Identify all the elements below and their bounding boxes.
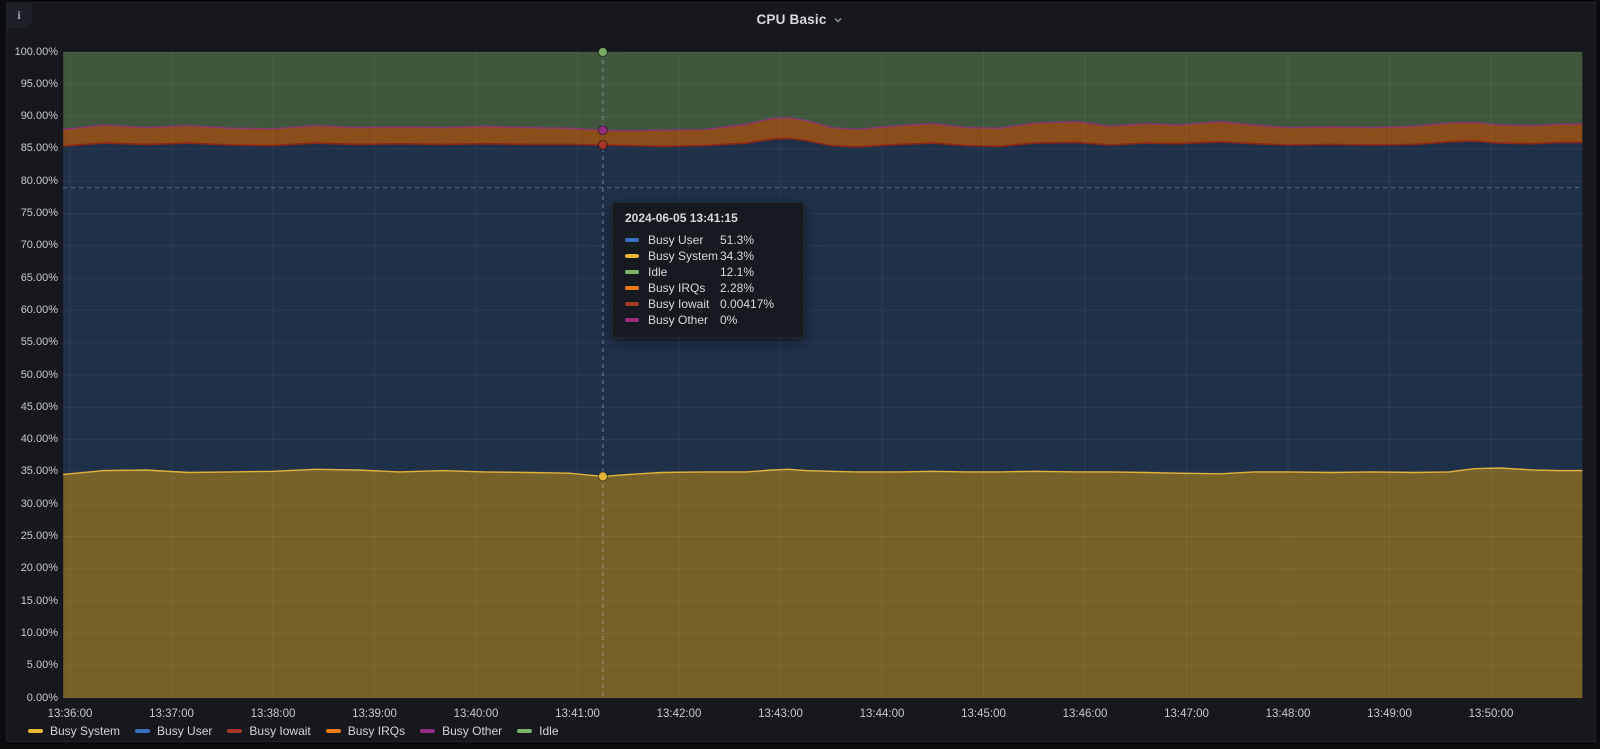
area-idle	[63, 52, 1583, 131]
tooltip-series-label: Busy System	[648, 249, 719, 263]
legend-label: Idle	[539, 724, 559, 738]
tooltip-series-label: Busy IRQs	[648, 281, 706, 295]
tooltip-series-value: 2.28%	[720, 281, 755, 295]
legend-label: Busy System	[50, 724, 121, 738]
tooltip-series-label: Busy Other	[648, 313, 709, 327]
tooltip-swatch	[625, 238, 639, 242]
legend-swatch	[28, 729, 43, 733]
legend-swatch	[227, 729, 243, 733]
y-axis-label: 95.00%	[20, 77, 58, 90]
tooltip-row-busy-iowait: Busy Iowait 0.00417%	[625, 296, 791, 312]
legend-item-busy-irqs[interactable]: Busy IRQs	[325, 724, 406, 738]
legend-swatch	[517, 729, 533, 733]
y-axis-label: 85.00%	[20, 142, 58, 155]
x-axis-label: 13:49:00	[1367, 708, 1412, 720]
x-axis-label: 13:38:00	[250, 708, 296, 720]
y-axis-label: 10.00%	[20, 626, 58, 639]
y-axis-label: 75.00%	[20, 207, 58, 219]
chart-grid	[63, 51, 1583, 699]
tooltip-series-value: 51.3%	[720, 233, 755, 247]
tooltip-row-idle: Idle 12.1%	[625, 264, 791, 280]
legend-label: Busy Other	[442, 724, 503, 738]
x-axis-label: 13:40:00	[453, 708, 499, 720]
y-axis-label: 0.00%	[26, 691, 58, 704]
tooltip-series-label: Busy Iowait	[648, 297, 710, 311]
chevron-down-icon	[834, 17, 842, 22]
panel-info-corner[interactable]: i	[6, 2, 32, 28]
y-axis-label: 5.00%	[26, 659, 58, 672]
x-axis-label: 13:41:00	[555, 708, 600, 720]
y-axis-label: 25.00%	[20, 530, 58, 542]
crosshair-dot-busy-other	[597, 125, 608, 136]
y-axis-label: 35.00%	[20, 465, 58, 478]
tooltip-swatch	[625, 254, 639, 258]
legend-label: Busy Iowait	[249, 724, 311, 738]
y-axis-label: 50.00%	[20, 368, 58, 381]
legend-item-busy-iowait[interactable]: Busy Iowait	[227, 724, 311, 738]
tooltip-swatch	[625, 318, 639, 322]
chart-tooltip: 2024-06-05 13:41:15 Busy User 51.3% Busy S…	[612, 202, 804, 338]
y-axis-label: 45.00%	[20, 400, 58, 413]
info-icon: i	[17, 7, 21, 22]
x-axis-label: 13:46:00	[1062, 708, 1108, 720]
legend-item-idle[interactable]: Idle	[517, 724, 559, 738]
x-axis-label: 13:45:00	[961, 708, 1006, 720]
tooltip-rows: Busy User 51.3% Busy System 34.3% Idle 12.1% B…	[625, 232, 791, 328]
legend-item-busy-user[interactable]: Busy User	[135, 724, 212, 738]
tooltip-row-busy-other: Busy Other 0%	[625, 312, 791, 328]
crosshair-dot-busy-system	[597, 471, 608, 482]
x-axis-label: 13:36:00	[47, 708, 93, 720]
cpu-usage-chart[interactable]	[0, 0, 1600, 749]
x-axis-label: 13:37:00	[149, 708, 194, 720]
tooltip-row-busy-system: Busy System 34.3%	[625, 248, 791, 264]
legend-label: Busy User	[157, 724, 213, 738]
y-axis-label: 100.00%	[14, 45, 58, 58]
panel-title-menu[interactable]: CPU Basic	[0, 12, 1600, 27]
x-axis-label: 13:42:00	[656, 708, 702, 720]
y-axis-label: 55.00%	[20, 336, 58, 349]
legend-item-busy-other[interactable]: Busy Other	[420, 724, 502, 738]
x-axis-label: 13:39:00	[352, 708, 397, 720]
tooltip-series-value: 12.1%	[720, 265, 755, 279]
y-axis-label: 40.00%	[20, 433, 58, 446]
y-axis-label: 15.00%	[20, 594, 58, 607]
y-axis-label: 20.00%	[20, 562, 58, 575]
y-axis-label: 70.00%	[20, 239, 58, 252]
crosshair-dot-idle	[597, 46, 608, 58]
tooltip-series-value: 34.3%	[720, 249, 755, 263]
area-busy-system	[63, 468, 1583, 698]
x-axis-label: 13:44:00	[859, 708, 905, 720]
legend-swatch	[420, 729, 436, 733]
area-busy-user	[63, 138, 1583, 477]
y-axis-label: 60.00%	[20, 303, 58, 316]
tooltip-series-value: 0%	[720, 313, 738, 327]
tooltip-row-busy-irqs: Busy IRQs 2.28%	[625, 280, 791, 296]
chart-legend: Busy System Busy User Busy Iowait Busy IRQs…	[28, 724, 559, 738]
x-axis-label: 13:50:00	[1468, 708, 1514, 720]
y-axis-label: 30.00%	[20, 497, 58, 510]
tooltip-series-label: Busy User	[648, 233, 704, 247]
tooltip-timestamp: 2024-06-05 13:41:15	[625, 211, 738, 225]
tooltip-row-busy-user: Busy User 51.3%	[625, 232, 791, 248]
tooltip-series-label: Idle	[648, 265, 668, 279]
y-axis-label: 80.00%	[20, 174, 58, 187]
legend-item-busy-system[interactable]: Busy System	[28, 724, 120, 738]
legend-swatch	[325, 729, 341, 733]
x-axis-label: 13:47:00	[1164, 708, 1209, 720]
tooltip-swatch	[625, 270, 639, 274]
tooltip-series-value: 0.00417%	[720, 297, 775, 311]
legend-swatch	[135, 729, 151, 733]
tooltip-swatch	[625, 286, 639, 290]
y-axis-label: 65.00%	[20, 271, 58, 284]
x-axis-label: 13:43:00	[758, 708, 803, 720]
y-axis-label: 90.00%	[20, 110, 58, 123]
legend-label: Busy IRQs	[347, 724, 406, 738]
tooltip-swatch	[625, 302, 639, 306]
grafana-panel: i CPU Basic 100.00% 95.00% 90.00% 85.00% 80.…	[0, 0, 1600, 749]
panel-title: CPU Basic	[756, 12, 827, 27]
x-axis-label: 13:48:00	[1265, 708, 1311, 720]
crosshair-dot-busy-iowait	[597, 139, 608, 151]
